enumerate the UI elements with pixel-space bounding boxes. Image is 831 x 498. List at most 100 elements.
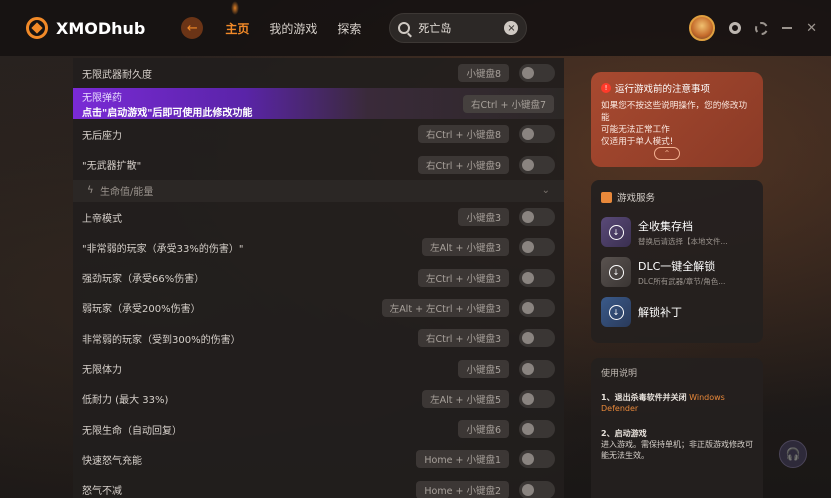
- hotkey-badge[interactable]: 左Alt + 左Ctrl + 小键盘3: [381, 298, 509, 317]
- services-title-text: 游戏服务: [617, 193, 656, 204]
- mod-label: 无限武器耐久度: [82, 69, 152, 81]
- collapse-button[interactable]: ⌃: [654, 147, 680, 160]
- service-item[interactable]: ↓ DLC一键全解锁 DLC所有武器/章节/角色...: [601, 252, 753, 292]
- mod-toggle[interactable]: [519, 208, 555, 227]
- mod-row: 怒气不减 Home + 小键盘2: [73, 475, 564, 498]
- mod-label: 低耐力 (最大 33%): [82, 395, 169, 407]
- box-icon: [601, 191, 612, 203]
- mod-row: 无限武器耐久度 小键盘8: [73, 58, 564, 88]
- logo: XMODhub: [26, 17, 145, 39]
- mod-toggle[interactable]: [519, 420, 555, 439]
- hotkey-badge[interactable]: 小键盘6: [458, 420, 509, 439]
- download-icon: ↓: [601, 217, 631, 247]
- mod-list: 无限武器耐久度 小键盘8 无限弹药 点击"启动游戏"后即可使用此修改功能 右Ct…: [73, 58, 564, 498]
- service-item[interactable]: ↓ 解锁补丁: [601, 292, 753, 332]
- usage-guide: 使用说明 1、退出杀毒软件并关闭 Windows Defender 2、启动游戏…: [591, 358, 763, 498]
- mod-label: 非常弱的玩家（受到300%的伤害）: [82, 334, 241, 346]
- mod-toggle[interactable]: [519, 389, 555, 408]
- notice-line: 如果您不按这些说明操作，您的修改功能: [601, 101, 748, 123]
- avatar[interactable]: [689, 15, 716, 41]
- mod-label: 弱玩家（承受200%伤害）: [82, 304, 201, 316]
- search-input[interactable]: [418, 21, 499, 35]
- services-title: 游戏服务: [601, 190, 753, 204]
- arrow-left-icon: ←: [186, 20, 198, 36]
- warning-icon: !: [601, 83, 611, 93]
- guide-step-1: 1、退出杀毒软件并关闭 Windows Defender: [601, 392, 753, 414]
- logo-icon: [26, 17, 48, 39]
- mod-label: "非常弱的玩家（承受33%的伤害）": [82, 243, 244, 255]
- mod-toggle[interactable]: [519, 450, 555, 469]
- hotkey-badge[interactable]: 右Ctrl + 小键盘8: [418, 125, 509, 144]
- clear-icon[interactable]: ×: [504, 21, 519, 35]
- mod-toggle[interactable]: [519, 268, 555, 287]
- mod-label: 无后座力: [82, 130, 122, 142]
- mod-row: 低耐力 (最大 33%) 左Alt + 小键盘5: [73, 384, 564, 414]
- mod-row: 无限体力 小键盘5: [73, 353, 564, 383]
- hotkey-badge[interactable]: 右Ctrl + 小键盘9: [418, 155, 509, 174]
- mod-row: 非常弱的玩家（受到300%的伤害） 右Ctrl + 小键盘3: [73, 323, 564, 353]
- service-desc: DLC所有武器/章节/角色...: [638, 276, 726, 286]
- chevron-down-icon: ⌄: [541, 185, 550, 197]
- nav-explore[interactable]: 探索: [337, 20, 361, 37]
- mod-toggle[interactable]: [519, 329, 555, 348]
- service-name: DLC一键全解锁: [638, 259, 716, 273]
- notification-icon[interactable]: [729, 22, 742, 34]
- mod-row: 无限生命（自动回复） 小键盘6: [73, 414, 564, 444]
- mod-row: "无武器扩散" 右Ctrl + 小键盘9: [73, 150, 564, 180]
- hotkey-badge[interactable]: 小键盘5: [458, 359, 509, 378]
- mod-row-highlighted[interactable]: 无限弹药 点击"启动游戏"后即可使用此修改功能 右Ctrl + 小键盘7: [73, 88, 564, 120]
- minimize-icon[interactable]: [782, 27, 793, 29]
- mod-label: 快速怒气充能: [82, 455, 142, 467]
- guide-step-2: 2、启动游戏: [601, 429, 647, 438]
- notice-title: ! 运行游戏前的注意事项: [601, 81, 753, 95]
- support-headset-icon[interactable]: 🎧: [779, 440, 807, 468]
- mod-row: 无后座力 右Ctrl + 小键盘8: [73, 119, 564, 149]
- mod-row: 快速怒气充能 Home + 小键盘1: [73, 444, 564, 474]
- mod-row: 弱玩家（承受200%伤害） 左Alt + 左Ctrl + 小键盘3: [73, 293, 564, 323]
- search-box[interactable]: ×: [389, 13, 528, 43]
- mod-row: 强劲玩家（承受66%伤害） 左Ctrl + 小键盘3: [73, 262, 564, 292]
- mod-toggle[interactable]: [519, 359, 555, 378]
- hotkey-badge[interactable]: 左Alt + 小键盘3: [422, 238, 509, 257]
- nav-my-games[interactable]: 我的游戏: [269, 20, 317, 37]
- close-icon[interactable]: ✕: [806, 21, 817, 36]
- section-health-energy[interactable]: ϟ 生命值/能量 ⌄: [73, 179, 564, 202]
- hotkey-badge[interactable]: 右Ctrl + 小键盘3: [418, 329, 509, 348]
- search-icon: [398, 22, 411, 34]
- mod-label: 强劲玩家（承受66%伤害）: [82, 274, 205, 286]
- main-nav: 主页 我的游戏 探索: [225, 0, 361, 37]
- notice-card: ! 运行游戏前的注意事项 如果您不按这些说明操作，您的修改功能 可能无法正常工作…: [591, 72, 763, 167]
- mod-toggle[interactable]: [519, 480, 555, 498]
- hotkey-badge[interactable]: 小键盘8: [458, 64, 509, 83]
- mod-toggle[interactable]: [519, 238, 555, 257]
- app-name: XMODhub: [56, 18, 146, 38]
- mod-toggle[interactable]: [519, 298, 555, 317]
- mod-toggle[interactable]: [519, 125, 555, 144]
- hotkey-badge[interactable]: 右Ctrl + 小键盘7: [463, 95, 554, 114]
- hotkey-badge[interactable]: 左Ctrl + 小键盘3: [418, 268, 509, 287]
- section-title: 生命值/能量: [99, 187, 154, 199]
- hotkey-badge[interactable]: Home + 小键盘1: [416, 450, 509, 469]
- mod-toggle[interactable]: [519, 155, 555, 174]
- guide-title: 使用说明: [601, 369, 638, 379]
- service-name: 全收集存档: [638, 219, 693, 233]
- mod-label: "无武器扩散": [82, 161, 142, 173]
- notice-line: 仅适用于单人模式!: [601, 137, 674, 147]
- mod-row: "非常弱的玩家（承受33%的伤害）" 左Alt + 小键盘3: [73, 232, 564, 262]
- game-services-panel: 游戏服务 ↓ 全收集存档 替换后请选择【本地文件... ↓ DLC一键全解锁 D…: [591, 180, 763, 343]
- mod-hint: 点击"启动游戏"后即可使用此修改功能: [82, 107, 253, 119]
- back-button[interactable]: ←: [181, 17, 204, 39]
- mod-row: 上帝模式 小键盘3: [73, 202, 564, 232]
- mod-label: 上帝模式: [82, 213, 122, 225]
- hotkey-badge[interactable]: 左Alt + 小键盘5: [422, 389, 509, 408]
- mod-toggle[interactable]: [519, 64, 555, 83]
- download-icon: ↓: [601, 257, 631, 287]
- hotkey-badge[interactable]: Home + 小键盘2: [416, 480, 509, 498]
- guide-step-2-desc: 进入游戏。需保持单机；非正版游戏修改可能无法生效。: [601, 440, 753, 460]
- hotkey-badge[interactable]: 小键盘3: [458, 208, 509, 227]
- settings-icon[interactable]: [755, 21, 769, 35]
- guide-step-text: 1、退出杀毒软件并关闭: [601, 393, 687, 402]
- nav-home[interactable]: 主页: [225, 0, 249, 37]
- window-controls: ✕: [689, 15, 817, 41]
- service-item[interactable]: ↓ 全收集存档 替换后请选择【本地文件...: [601, 212, 753, 252]
